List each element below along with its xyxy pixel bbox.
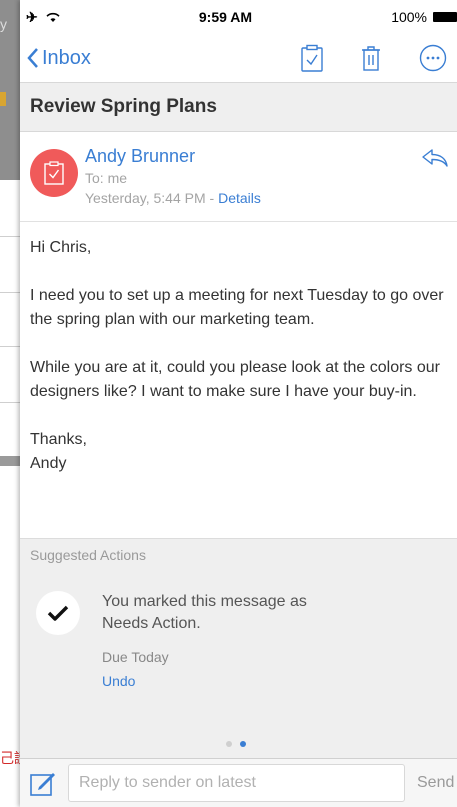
suggested-action-status: You marked this message as Needs Action.	[102, 593, 307, 632]
wifi-icon	[46, 12, 60, 22]
background-section	[0, 456, 20, 466]
airplane-icon: ✈	[26, 8, 38, 25]
background-read-label: 己讀	[0, 750, 20, 766]
compose-icon[interactable]	[30, 770, 56, 796]
due-label: Due Today	[102, 649, 169, 665]
background-inbox-list: y 己讀	[0, 0, 20, 807]
date-text: Yesterday, 5:44 PM -	[85, 190, 219, 206]
body-paragraph: While you are at it, could you please lo…	[30, 359, 440, 400]
back-label: Inbox	[42, 46, 91, 69]
needs-action-marker	[36, 591, 80, 635]
page-dot-active[interactable]	[240, 741, 246, 747]
details-link[interactable]: Details	[218, 190, 261, 206]
clipboard-check-icon	[44, 161, 64, 185]
background-divider	[0, 292, 20, 293]
checkmark-icon	[47, 605, 69, 621]
trash-icon[interactable]	[361, 45, 381, 71]
suggested-actions-title: Suggested Actions	[30, 547, 146, 563]
background-divider	[0, 346, 20, 347]
background-divider	[0, 236, 20, 237]
body-paragraph: Thanks, Andy	[30, 431, 87, 472]
message-panel: ✈ 9:59 AM 100% Inbox Review Spring Plans…	[20, 0, 457, 807]
navigation-bar: Inbox	[20, 34, 457, 82]
background-divider	[0, 402, 20, 403]
background-text-fragment: y	[0, 16, 7, 32]
back-button[interactable]: Inbox	[26, 47, 91, 70]
page-indicator[interactable]	[226, 741, 246, 747]
body-paragraph: I need you to set up a meeting for next …	[30, 287, 444, 328]
page-dot[interactable]	[226, 741, 232, 747]
message-date: Yesterday, 5:44 PM - Details	[85, 190, 261, 206]
clipboard-check-icon[interactable]	[301, 44, 323, 72]
battery-percent: 100%	[391, 9, 427, 25]
send-button[interactable]: Send	[417, 774, 454, 792]
recipient-line: To: me	[85, 170, 128, 186]
undo-link[interactable]: Undo	[102, 673, 135, 689]
avatar[interactable]	[30, 149, 78, 197]
status-time: 9:59 AM	[198, 9, 253, 25]
message-body: Hi Chris, I need you to set up a meeting…	[20, 222, 457, 538]
message-header: Andy Brunner To: me Yesterday, 5:44 PM -…	[20, 132, 457, 222]
more-options-icon[interactable]	[419, 44, 447, 72]
reply-input[interactable]	[68, 764, 405, 802]
reply-icon[interactable]	[421, 148, 449, 168]
chevron-left-icon	[27, 48, 38, 68]
message-subject: Review Spring Plans	[20, 82, 457, 132]
body-paragraph: Hi Chris,	[30, 239, 92, 256]
background-flag	[0, 92, 6, 106]
suggested-actions: Suggested Actions You marked this messag…	[20, 538, 457, 758]
battery-icon	[433, 12, 457, 22]
status-bar: ✈ 9:59 AM 100%	[20, 0, 457, 34]
sender-name[interactable]: Andy Brunner	[85, 146, 195, 167]
reply-composer: Send	[20, 758, 457, 807]
